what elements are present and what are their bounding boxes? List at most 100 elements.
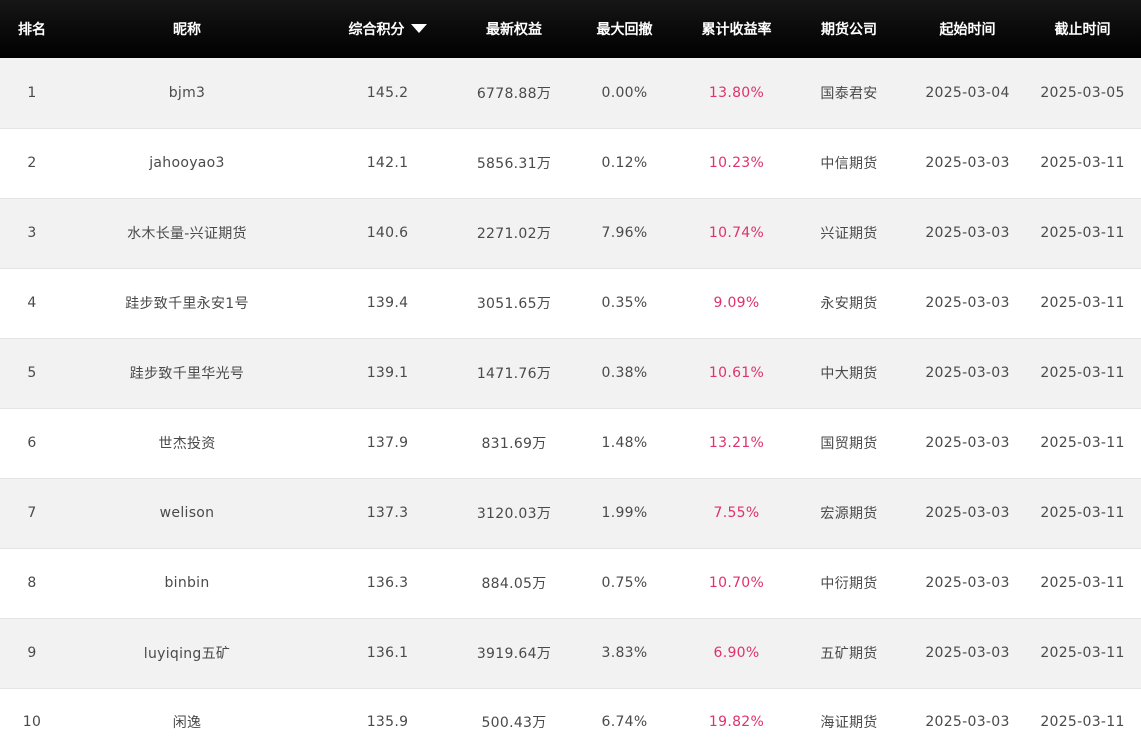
cell-equity: 5856.31万: [465, 127, 563, 198]
cell-nickname: 闲逸: [64, 687, 310, 756]
cell-equity: 3120.03万: [465, 477, 563, 548]
cell-equity: 500.43万: [465, 687, 563, 756]
cell-end: 2025-03-11: [1024, 197, 1141, 268]
cell-drawdown: 0.35%: [563, 267, 686, 338]
cell-return: 19.82%: [686, 687, 787, 756]
cell-score: 137.9: [310, 407, 465, 478]
cell-score: 139.1: [310, 337, 465, 408]
cell-end: 2025-03-11: [1024, 267, 1141, 338]
cell-nickname: welison: [64, 477, 310, 548]
cell-nickname: 跬步致千里华光号: [64, 337, 310, 408]
cell-score: 142.1: [310, 127, 465, 198]
table-row: 5 跬步致千里华光号 139.1 1471.76万 0.38% 10.61% 中大期货 202…: [0, 337, 1141, 408]
cell-nickname: binbin: [64, 547, 310, 618]
cell-start: 2025-03-03: [911, 127, 1024, 198]
cell-nickname: jahooyao3: [64, 127, 310, 198]
cell-nickname: luyiqing五矿: [64, 617, 310, 688]
cell-start: 2025-03-03: [911, 407, 1024, 478]
cell-nickname: 世杰投资: [64, 407, 310, 478]
cell-rank: 8: [0, 547, 64, 618]
table-row: 1 bjm3 145.2 6778.88万 0.00% 13.80% 国泰君安 2025-03…: [0, 58, 1141, 128]
column-header-equity: 最新权益: [486, 22, 542, 38]
cell-return: 10.23%: [686, 127, 787, 198]
cell-score: 135.9: [310, 687, 465, 756]
cell-end: 2025-03-11: [1024, 617, 1141, 688]
cell-end: 2025-03-11: [1024, 687, 1141, 756]
cell-end: 2025-03-11: [1024, 547, 1141, 618]
table-row: 7 welison 137.3 3120.03万 1.99% 7.55% 宏源期货 2025-…: [0, 477, 1141, 548]
cell-end: 2025-03-11: [1024, 337, 1141, 408]
column-header-end: 截止时间: [1054, 22, 1111, 38]
cell-nickname: bjm3: [168, 84, 206, 101]
cell-rank: 2: [0, 127, 64, 198]
cell-start: 2025-03-04: [925, 84, 1010, 101]
cell-nickname: 水木长量-兴证期货: [64, 197, 310, 268]
table-row: 2 jahooyao3 142.1 5856.31万 0.12% 10.23% 中信期货 20…: [0, 127, 1141, 198]
cell-drawdown: 0.00%: [601, 84, 648, 101]
cell-drawdown: 7.96%: [563, 197, 686, 268]
column-header-rank: 排名: [18, 22, 46, 38]
cell-score: 137.3: [310, 477, 465, 548]
cell-drawdown: 3.83%: [563, 617, 686, 688]
table-row: 8 binbin 136.3 884.05万 0.75% 10.70% 中衍期货 2025-0…: [0, 547, 1141, 618]
cell-equity: 1471.76万: [465, 337, 563, 408]
table-row: 9 luyiqing五矿 136.1 3919.64万 3.83% 6.90% 五矿期货 20…: [0, 617, 1141, 688]
cell-start: 2025-03-03: [911, 337, 1024, 408]
cell-score: 136.1: [310, 617, 465, 688]
cell-broker: 永安期货: [787, 267, 911, 338]
cell-end: 2025-03-11: [1024, 477, 1141, 548]
cell-start: 2025-03-03: [911, 687, 1024, 756]
cell-broker: 兴证期货: [787, 197, 911, 268]
cell-end: 2025-03-11: [1024, 127, 1141, 198]
table-row: 3 水木长量-兴证期货 140.6 2271.02万 7.96% 10.74% 兴证期货 20…: [0, 197, 1141, 268]
column-header-nickname: 昵称: [173, 22, 201, 38]
cell-score: 136.3: [310, 547, 465, 618]
cell-return: 10.70%: [686, 547, 787, 618]
column-header-score-label: 综合积分: [348, 22, 405, 38]
cell-start: 2025-03-03: [911, 197, 1024, 268]
cell-drawdown: 0.12%: [563, 127, 686, 198]
cell-return: 10.61%: [686, 337, 787, 408]
cell-start: 2025-03-03: [911, 617, 1024, 688]
cell-rank: 7: [0, 477, 64, 548]
cell-broker: 国泰君安: [820, 85, 878, 102]
cell-drawdown: 0.75%: [563, 547, 686, 618]
column-header-start: 起始时间: [939, 22, 996, 38]
cell-broker: 五矿期货: [787, 617, 911, 688]
cell-broker: 宏源期货: [787, 477, 911, 548]
cell-rank: 1: [27, 84, 37, 101]
cell-rank: 6: [0, 407, 64, 478]
cell-drawdown: 1.99%: [563, 477, 686, 548]
cell-score: 145.2: [366, 84, 409, 101]
cell-equity: 884.05万: [465, 547, 563, 618]
cell-equity: 3919.64万: [465, 617, 563, 688]
table-header-row: 排名 昵称 综合积分 最新权益 最大回撤 累计收益率 期货公司 起始时间 截止时…: [0, 0, 1141, 58]
cell-broker: 中衍期货: [787, 547, 911, 618]
cell-drawdown: 6.74%: [563, 687, 686, 756]
cell-broker: 中信期货: [787, 127, 911, 198]
column-header-score[interactable]: 综合积分: [310, 0, 465, 58]
cell-return: 13.80%: [708, 84, 765, 101]
caret-down-icon[interactable]: [410, 24, 427, 33]
ranking-table: 排名 昵称 综合积分 最新权益 最大回撤 累计收益率 期货公司 起始时间 截止时…: [0, 0, 1141, 756]
cell-broker: 海证期货: [787, 687, 911, 756]
cell-equity: 6778.88万: [476, 85, 552, 102]
cell-rank: 4: [0, 267, 64, 338]
table-row: 10 闲逸 135.9 500.43万 6.74% 19.82% 海证期货 2025-03-0…: [0, 687, 1141, 756]
cell-drawdown: 0.38%: [563, 337, 686, 408]
table-body: 1 bjm3 145.2 6778.88万 0.00% 13.80% 国泰君安 2025-03…: [0, 58, 1141, 756]
column-header-broker: 期货公司: [821, 22, 877, 38]
cell-rank: 10: [0, 687, 64, 756]
cell-rank: 5: [0, 337, 64, 408]
cell-rank: 3: [0, 197, 64, 268]
cell-nickname: 跬步致千里永安1号: [64, 267, 310, 338]
cell-end: 2025-03-05: [1040, 84, 1125, 101]
column-header-drawdown: 最大回撤: [596, 22, 653, 38]
table-row: 6 世杰投资 137.9 831.69万 1.48% 13.21% 国贸期货 2025-03-…: [0, 407, 1141, 478]
cell-equity: 831.69万: [465, 407, 563, 478]
cell-start: 2025-03-03: [911, 547, 1024, 618]
cell-rank: 9: [0, 617, 64, 688]
cell-equity: 2271.02万: [465, 197, 563, 268]
cell-return: 13.21%: [686, 407, 787, 478]
table-row: 4 跬步致千里永安1号 139.4 3051.65万 0.35% 9.09% 永安期货 202…: [0, 267, 1141, 338]
